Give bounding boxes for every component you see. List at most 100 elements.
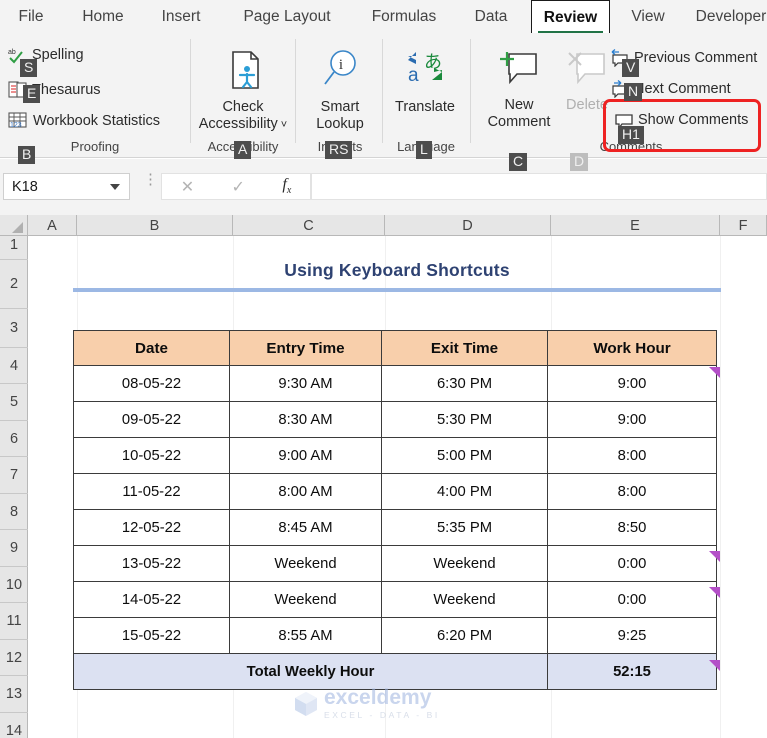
- cell-work[interactable]: 9:00: [548, 366, 717, 402]
- enter-icon[interactable]: ✓: [232, 177, 245, 197]
- cell-entry[interactable]: 8:45 AM: [230, 510, 382, 546]
- cell-exit[interactable]: 6:30 PM: [382, 366, 548, 402]
- cell-entry[interactable]: 9:00 AM: [230, 438, 382, 474]
- svg-text:a: a: [408, 65, 419, 86]
- cell-exit[interactable]: Weekend: [382, 546, 548, 582]
- cell-date[interactable]: 11-05-22: [74, 474, 230, 510]
- cell-work[interactable]: 9:25: [548, 618, 717, 654]
- smart-lookup-line1: Smart: [321, 99, 360, 115]
- cell-entry[interactable]: 8:00 AM: [230, 474, 382, 510]
- column-header-a[interactable]: A: [28, 215, 77, 236]
- row-header-9[interactable]: 9: [0, 530, 28, 567]
- column-header-row: A B C D E F: [0, 215, 767, 236]
- gridline: [720, 236, 721, 738]
- cell-work[interactable]: 8:00: [548, 438, 717, 474]
- cell-date[interactable]: 08-05-22: [74, 366, 230, 402]
- cell-date[interactable]: 15-05-22: [74, 618, 230, 654]
- check-accessibility-button[interactable]: Check Accessibility ˅: [197, 48, 289, 134]
- cell-entry[interactable]: 8:55 AM: [230, 618, 382, 654]
- table-header-work-hour: Work Hour: [548, 331, 717, 366]
- cell-entry[interactable]: Weekend: [230, 582, 382, 618]
- show-comments-label: Show Comments: [638, 112, 748, 128]
- smart-lookup-button[interactable]: i Smart Lookup: [306, 48, 374, 133]
- cell-total-value[interactable]: 52:15: [548, 654, 717, 690]
- insert-function-icon[interactable]: fx: [282, 176, 291, 196]
- tab-page-layout[interactable]: Page Layout: [227, 0, 347, 33]
- cell-exit[interactable]: 5:30 PM: [382, 402, 548, 438]
- cell-exit[interactable]: 6:20 PM: [382, 618, 548, 654]
- row-header-1[interactable]: 1: [0, 230, 28, 260]
- page-title: Using Keyboard Shortcuts: [73, 260, 721, 281]
- row-header-6[interactable]: 6: [0, 421, 28, 457]
- row-header-14[interactable]: 14: [0, 713, 28, 738]
- cell-exit[interactable]: 4:00 PM: [382, 474, 548, 510]
- tab-data[interactable]: Data: [462, 0, 520, 33]
- keytip-workbook-statistics: B: [18, 146, 35, 164]
- table-row: 09-05-22 8:30 AM 5:30 PM 9:00: [74, 402, 717, 438]
- row-header-13[interactable]: 13: [0, 676, 28, 713]
- row-header-7[interactable]: 7: [0, 457, 28, 494]
- cell-entry[interactable]: Weekend: [230, 546, 382, 582]
- column-header-e[interactable]: E: [551, 215, 720, 236]
- row-header-8[interactable]: 8: [0, 494, 28, 530]
- cell-total-label[interactable]: Total Weekly Hour: [74, 654, 548, 690]
- group-divider: [190, 39, 191, 143]
- keytip-smart-lookup: RS: [325, 141, 352, 159]
- cell-date[interactable]: 14-05-22: [74, 582, 230, 618]
- workbook-statistics-button[interactable]: 123 Workbook Statistics: [8, 111, 160, 130]
- workbook-statistics-label: Workbook Statistics: [33, 113, 160, 129]
- tab-developer[interactable]: Developer: [686, 0, 767, 33]
- delete-comment-button[interactable]: Delete: [556, 48, 618, 114]
- tab-view[interactable]: View: [620, 0, 676, 33]
- formula-input[interactable]: [311, 173, 767, 200]
- formula-bar-handle[interactable]: ⋮: [143, 177, 158, 183]
- svg-text:あ: あ: [424, 52, 442, 73]
- svg-text:123: 123: [10, 122, 22, 129]
- cell-exit[interactable]: 5:00 PM: [382, 438, 548, 474]
- cell-entry[interactable]: 9:30 AM: [230, 366, 382, 402]
- tab-review[interactable]: Review: [531, 0, 610, 34]
- watermark-name: exceldemy: [324, 686, 431, 709]
- column-header-b[interactable]: B: [77, 215, 233, 236]
- cell-work[interactable]: 9:00: [548, 402, 717, 438]
- cell-work[interactable]: 0:00: [548, 582, 717, 618]
- tab-formulas[interactable]: Formulas: [358, 0, 450, 33]
- cell-date[interactable]: 10-05-22: [74, 438, 230, 474]
- cell-work[interactable]: 0:00: [548, 546, 717, 582]
- keytip-new-comment: C: [509, 153, 527, 171]
- cell-date[interactable]: 13-05-22: [74, 546, 230, 582]
- translate-button[interactable]: a あ Translate: [390, 48, 460, 116]
- tab-file[interactable]: File: [6, 0, 56, 33]
- keytip-previous-comment: V: [622, 59, 639, 77]
- comment-indicator-icon: [709, 551, 720, 562]
- row-header-10[interactable]: 10: [0, 567, 28, 603]
- column-header-d[interactable]: D: [385, 215, 551, 236]
- cell-exit[interactable]: 5:35 PM: [382, 510, 548, 546]
- column-header-f[interactable]: F: [720, 215, 767, 236]
- tab-insert[interactable]: Insert: [148, 0, 214, 33]
- worksheet-grid[interactable]: Using Keyboard Shortcuts Date Entry Time…: [29, 236, 767, 738]
- cell-work[interactable]: 8:00: [548, 474, 717, 510]
- chevron-down-icon[interactable]: [110, 184, 120, 190]
- cell-entry[interactable]: 8:30 AM: [230, 402, 382, 438]
- column-header-c[interactable]: C: [233, 215, 385, 236]
- row-header-11[interactable]: 11: [0, 603, 28, 640]
- row-header-5[interactable]: 5: [0, 384, 28, 421]
- cell-work[interactable]: 8:50: [548, 510, 717, 546]
- cell-date[interactable]: 09-05-22: [74, 402, 230, 438]
- ribbon-content: ab Spelling S Thesaurus E: [0, 33, 767, 158]
- tab-home[interactable]: Home: [70, 0, 136, 33]
- cell-exit[interactable]: Weekend: [382, 582, 548, 618]
- name-box[interactable]: K18: [3, 173, 130, 200]
- cancel-icon[interactable]: ✕: [181, 177, 194, 197]
- thesaurus-button[interactable]: Thesaurus: [8, 80, 101, 99]
- delete-comment-icon: [556, 48, 618, 95]
- new-comment-button[interactable]: New Comment: [482, 48, 556, 131]
- row-header-3[interactable]: 3: [0, 309, 28, 348]
- row-header-4[interactable]: 4: [0, 348, 28, 384]
- row-header-2[interactable]: 2: [0, 260, 28, 309]
- watermark-tagline: EXCEL - DATA - BI: [324, 710, 440, 720]
- cell-date[interactable]: 12-05-22: [74, 510, 230, 546]
- table-total-row: Total Weekly Hour 52:15: [74, 654, 717, 690]
- row-header-12[interactable]: 12: [0, 640, 28, 676]
